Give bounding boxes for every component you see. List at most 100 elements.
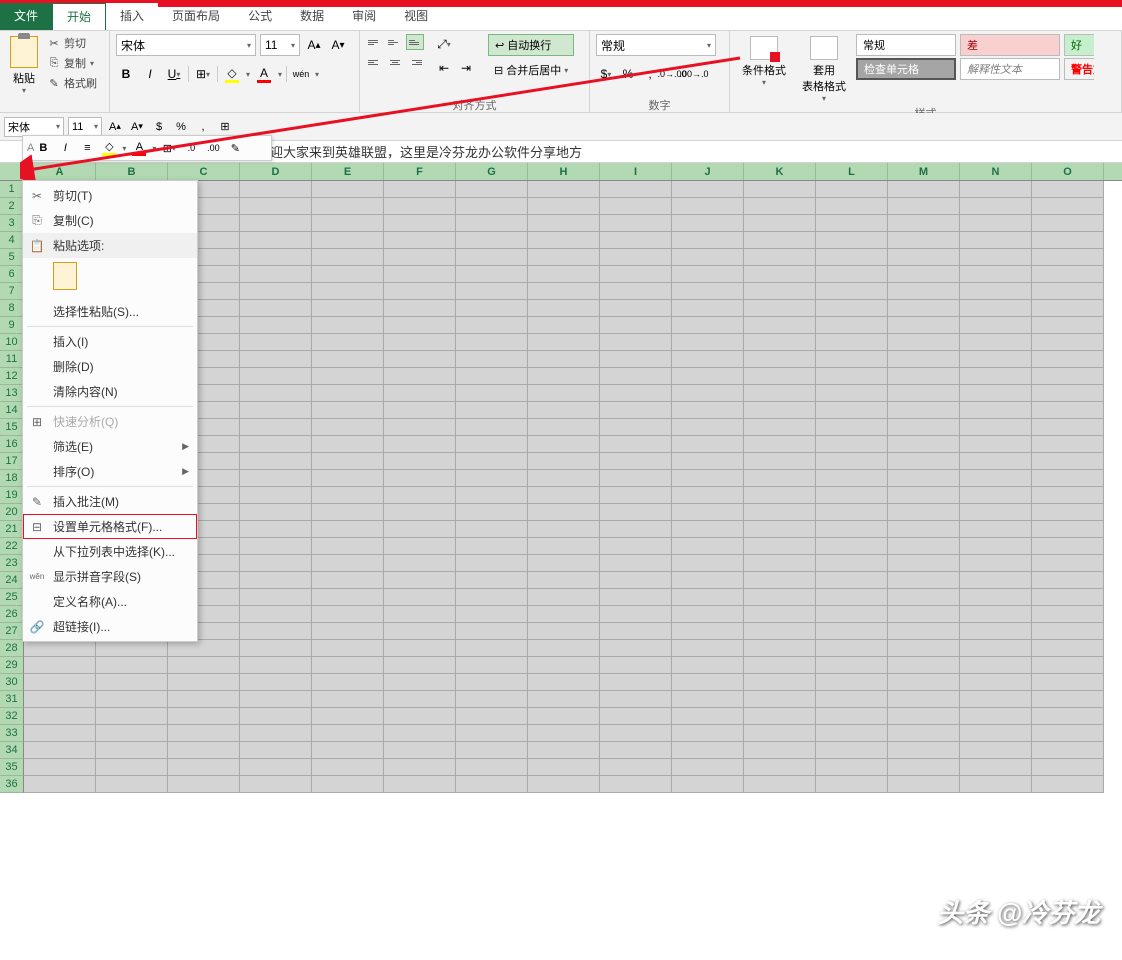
cell[interactable] [24, 657, 96, 674]
decrease-decimal-icon[interactable]: .00→.0 [684, 64, 704, 84]
cell[interactable] [240, 249, 312, 266]
cell[interactable] [744, 402, 816, 419]
cell[interactable] [600, 538, 672, 555]
cut-button[interactable]: ✂剪切 [46, 34, 99, 52]
cell[interactable] [600, 606, 672, 623]
cm-format-cells[interactable]: ⊟设置单元格格式(F)... [23, 514, 197, 539]
cell[interactable] [528, 453, 600, 470]
cell[interactable] [888, 572, 960, 589]
cell[interactable] [456, 606, 528, 623]
cell[interactable] [744, 266, 816, 283]
cell[interactable] [888, 674, 960, 691]
cell[interactable] [672, 487, 744, 504]
cell[interactable] [1032, 334, 1104, 351]
cell[interactable] [960, 453, 1032, 470]
cell[interactable] [240, 555, 312, 572]
cell[interactable] [312, 283, 384, 300]
fill-color-button[interactable]: ◇ [222, 64, 242, 84]
italic-button[interactable]: I [140, 64, 160, 84]
cell[interactable] [456, 453, 528, 470]
cell[interactable] [528, 436, 600, 453]
row-header-10[interactable]: 10 [0, 334, 24, 351]
row-header-3[interactable]: 3 [0, 215, 24, 232]
cell[interactable] [528, 725, 600, 742]
cell[interactable] [1032, 555, 1104, 572]
cell[interactable] [888, 640, 960, 657]
cell[interactable] [456, 742, 528, 759]
cell[interactable] [672, 725, 744, 742]
cell[interactable] [240, 504, 312, 521]
cell[interactable] [528, 215, 600, 232]
cell[interactable] [600, 691, 672, 708]
cell[interactable] [240, 725, 312, 742]
cell[interactable] [240, 181, 312, 198]
mini-dec1[interactable]: .0 [182, 139, 200, 157]
cell[interactable] [816, 351, 888, 368]
mini-percent[interactable]: % [172, 118, 190, 136]
cell[interactable] [960, 317, 1032, 334]
cell[interactable] [24, 640, 96, 657]
col-header-E[interactable]: E [312, 163, 384, 180]
cell[interactable] [456, 504, 528, 521]
cell[interactable] [744, 470, 816, 487]
cell[interactable] [384, 249, 456, 266]
row-header-26[interactable]: 26 [0, 606, 24, 623]
cell[interactable] [888, 351, 960, 368]
cell[interactable] [240, 776, 312, 793]
cell[interactable] [816, 487, 888, 504]
cell[interactable] [960, 334, 1032, 351]
row-header-8[interactable]: 8 [0, 300, 24, 317]
cell[interactable] [168, 725, 240, 742]
cell[interactable] [384, 300, 456, 317]
cell[interactable] [1032, 351, 1104, 368]
cell[interactable] [528, 181, 600, 198]
cell[interactable] [744, 368, 816, 385]
cell[interactable] [600, 453, 672, 470]
cell[interactable] [816, 402, 888, 419]
cell[interactable] [384, 759, 456, 776]
row-header-15[interactable]: 15 [0, 419, 24, 436]
cell-style-check[interactable]: 检查单元格 [856, 58, 956, 80]
cell[interactable] [600, 657, 672, 674]
cell[interactable] [960, 300, 1032, 317]
cell[interactable] [384, 334, 456, 351]
cell[interactable] [384, 691, 456, 708]
cell[interactable] [312, 181, 384, 198]
cell[interactable] [888, 181, 960, 198]
cell[interactable] [24, 691, 96, 708]
cell[interactable] [1032, 572, 1104, 589]
cell[interactable] [312, 419, 384, 436]
align-middle-icon[interactable] [386, 34, 404, 50]
cell[interactable] [816, 215, 888, 232]
cell[interactable] [240, 402, 312, 419]
tab-formula[interactable]: 公式 [234, 3, 286, 30]
cell[interactable] [600, 232, 672, 249]
row-header-32[interactable]: 32 [0, 708, 24, 725]
cell[interactable] [312, 725, 384, 742]
cell[interactable] [888, 385, 960, 402]
cell[interactable] [312, 589, 384, 606]
cell[interactable] [960, 368, 1032, 385]
cell[interactable] [96, 691, 168, 708]
cell[interactable] [816, 555, 888, 572]
mini-align[interactable]: ≡ [78, 139, 96, 157]
cell[interactable] [528, 368, 600, 385]
cell[interactable] [1032, 623, 1104, 640]
cell[interactable] [312, 555, 384, 572]
tab-page-layout[interactable]: 页面布局 [158, 3, 234, 30]
cell[interactable] [600, 504, 672, 521]
cell[interactable] [240, 657, 312, 674]
cell[interactable] [528, 674, 600, 691]
cell[interactable] [1032, 725, 1104, 742]
cell[interactable] [744, 300, 816, 317]
cell[interactable] [1032, 776, 1104, 793]
cell[interactable] [744, 572, 816, 589]
mini-comma[interactable]: , [194, 118, 212, 136]
cell[interactable] [672, 640, 744, 657]
cell[interactable] [744, 640, 816, 657]
cell[interactable] [960, 266, 1032, 283]
cell[interactable] [600, 198, 672, 215]
cell[interactable] [528, 283, 600, 300]
cell[interactable] [456, 538, 528, 555]
cell[interactable] [816, 198, 888, 215]
